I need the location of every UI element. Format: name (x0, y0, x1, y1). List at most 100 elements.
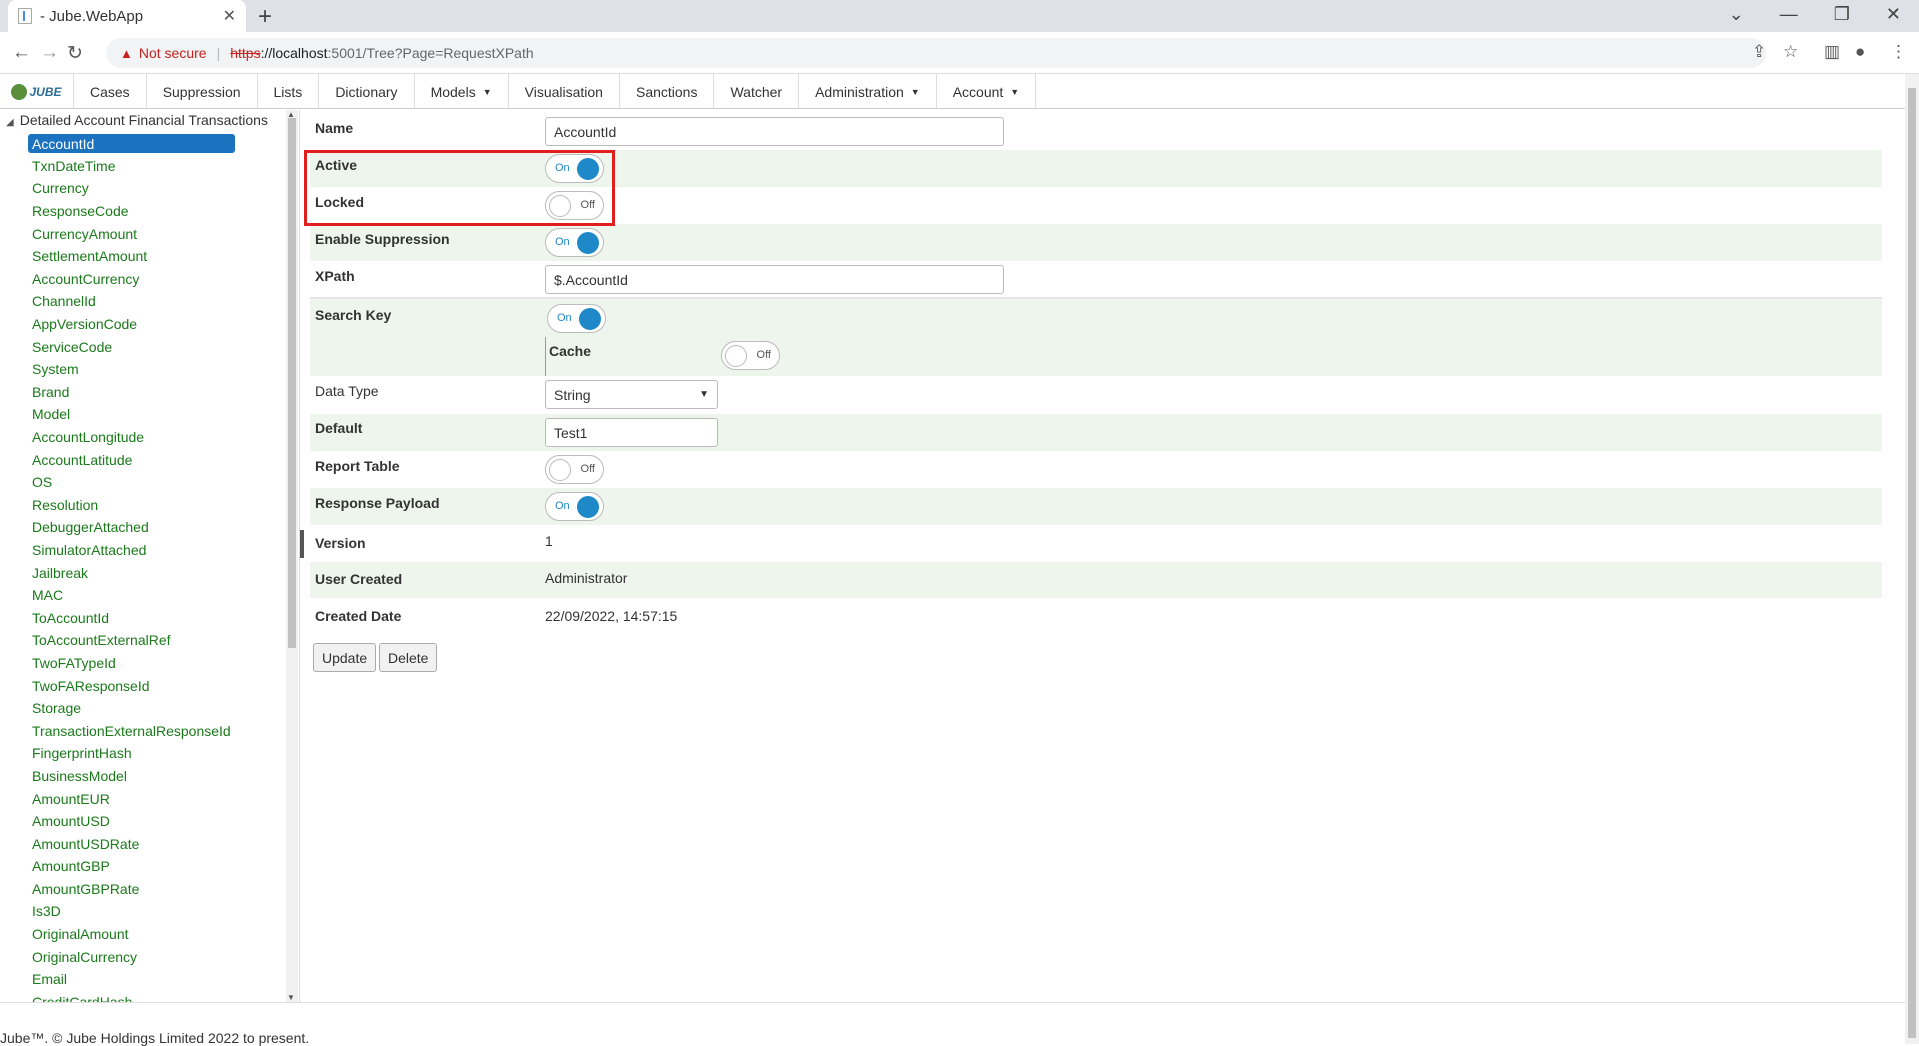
tree-item[interactable]: Is3D (28, 900, 235, 923)
page-scrollbar-thumb[interactable] (1908, 88, 1916, 1038)
menu-administration[interactable]: Administration ▼ (799, 74, 937, 109)
warning-icon[interactable]: ▲ (120, 46, 133, 61)
toggle-state: On (555, 236, 570, 248)
tree-item[interactable]: DebuggerAttached (28, 516, 235, 539)
form-row-data-type: Data Type String ▼ (310, 376, 1882, 414)
menu-models[interactable]: Models ▼ (415, 74, 509, 109)
scroll-down-icon[interactable]: ▼ (287, 993, 295, 1002)
back-icon[interactable]: ← (12, 42, 31, 64)
menu-watcher[interactable]: Watcher (714, 74, 800, 109)
page-scrollbar[interactable] (1905, 74, 1919, 1044)
bookmark-star-icon[interactable]: ☆ (1783, 42, 1798, 62)
version-value: 1 (545, 533, 553, 549)
jube-logo[interactable]: JUBE (0, 74, 74, 109)
tree-item[interactable]: System (28, 358, 235, 381)
tree-item[interactable]: AmountGBP (28, 855, 235, 878)
tree-item[interactable]: AccountLongitude (28, 426, 235, 449)
tree-item[interactable]: TwoFATypeId (28, 652, 235, 675)
forward-icon[interactable]: → (40, 42, 59, 64)
tree-item[interactable]: Currency (28, 177, 235, 200)
tree-item[interactable]: AmountUSDRate (28, 832, 235, 855)
tree-item[interactable]: AmountGBPRate (28, 878, 235, 901)
tree-item[interactable]: OriginalAmount (28, 923, 235, 946)
close-tab-icon[interactable]: ✕ (223, 6, 236, 26)
dropdown-caret-icon: ▼ (910, 86, 920, 97)
security-label[interactable]: Not secure (139, 45, 207, 61)
scrollbar-thumb[interactable] (288, 118, 296, 648)
profile-avatar-icon[interactable]: ● (1855, 42, 1865, 62)
data-type-select[interactable]: String ▼ (545, 380, 718, 409)
close-window-icon[interactable]: ✕ (1886, 4, 1901, 25)
tree-item[interactable]: AmountEUR (28, 787, 235, 810)
tree-item[interactable]: Brand (28, 381, 235, 404)
tree-item[interactable]: BusinessModel (28, 765, 235, 788)
tree-item[interactable]: Model (28, 403, 235, 426)
restore-icon[interactable]: ❐ (1834, 4, 1850, 25)
url-path: :5001/Tree?Page=RequestXPath (327, 45, 534, 61)
menu-cases[interactable]: Cases (74, 74, 147, 109)
tree-item[interactable]: Storage (28, 697, 235, 720)
tree-item[interactable]: AccountCurrency (28, 268, 235, 291)
created-date-value: 22/09/2022, 14:57:15 (545, 608, 678, 624)
suppression-toggle[interactable]: On (545, 228, 604, 257)
tree-item[interactable]: AccountId (28, 134, 235, 153)
update-button[interactable]: Update (313, 643, 377, 672)
tree-root-node[interactable]: ◢ Detailed Account Financial Transactions (6, 112, 268, 128)
tree-item[interactable]: OS (28, 471, 235, 494)
tree-item[interactable]: FingerprintHash (28, 742, 235, 765)
tree-item[interactable]: OriginalCurrency (28, 945, 235, 968)
form-row-version: Version 1 (310, 525, 1882, 562)
menu-dictionary[interactable]: Dictionary (319, 74, 415, 109)
search-key-toggle[interactable]: On (547, 304, 606, 333)
tree-item[interactable]: SettlementAmount (28, 245, 235, 268)
tree-item[interactable]: Email (28, 968, 235, 991)
menu-account[interactable]: Account ▼ (937, 74, 1037, 109)
tree-item[interactable]: TwoFAResponseId (28, 674, 235, 697)
xpath-label: XPath (315, 268, 355, 284)
tree-item[interactable]: CurrencyAmount (28, 222, 235, 245)
panel-splitter-handle[interactable] (300, 530, 304, 558)
tree-item[interactable]: Resolution (28, 494, 235, 517)
response-payload-toggle[interactable]: On (545, 492, 604, 521)
browser-tab-title: - Jube.WebApp (40, 7, 144, 25)
share-icon[interactable]: ⇪ (1752, 42, 1766, 62)
report-table-toggle[interactable]: Off (545, 455, 604, 484)
minimize-icon[interactable]: — (1780, 4, 1798, 25)
name-input[interactable]: AccountId (545, 117, 1004, 146)
tab-search-icon[interactable]: ⌄ (1729, 4, 1744, 25)
tree-item[interactable]: AppVersionCode (28, 313, 235, 336)
created-date-label: Created Date (315, 608, 402, 624)
tree-item[interactable]: ResponseCode (28, 200, 235, 223)
tree-item[interactable]: ChannelId (28, 290, 235, 313)
tree-item[interactable]: TxnDateTime (28, 155, 235, 178)
menu-lists[interactable]: Lists (258, 74, 320, 109)
browser-tab[interactable]: - Jube.WebApp ✕ (8, 0, 246, 32)
reload-icon[interactable]: ↻ (67, 42, 83, 65)
cache-toggle[interactable]: Off (721, 341, 780, 370)
tree-item[interactable]: AccountLatitude (28, 448, 235, 471)
tree-item[interactable]: MAC (28, 584, 235, 607)
tree-item[interactable]: TransactionExternalResponseId (28, 719, 235, 742)
delete-button[interactable]: Delete (379, 643, 438, 672)
menu-suppression[interactable]: Suppression (147, 74, 258, 109)
tree-item[interactable]: SimulatorAttached (28, 539, 235, 562)
new-tab-button[interactable]: + (258, 3, 272, 31)
sidebar-scrollbar[interactable]: ▲ ▼ (286, 110, 298, 1002)
cache-label: Cache (549, 343, 592, 359)
tree-item[interactable]: CreditCardHash (28, 991, 235, 1002)
tree-root-label: Detailed Account Financial Transactions (19, 112, 268, 128)
side-panel-icon[interactable]: ▥ (1824, 42, 1840, 62)
form-row-xpath: XPath $.AccountId (310, 261, 1882, 299)
tree-item[interactable]: ToAccountExternalRef (28, 629, 235, 652)
menu-visualisation[interactable]: Visualisation (509, 74, 620, 109)
tree-item[interactable]: AmountUSD (28, 810, 235, 833)
tree-item[interactable]: Jailbreak (28, 561, 235, 584)
tree-item[interactable]: ToAccountId (28, 606, 235, 629)
tree-item[interactable]: ServiceCode (28, 335, 235, 358)
default-input[interactable]: Test1 (545, 418, 718, 447)
menu-sanctions[interactable]: Sanctions (620, 74, 715, 109)
address-bar[interactable]: ▲ Not secure | https ://localhost :5001/… (106, 38, 1766, 68)
browser-menu-icon[interactable]: ⋮ (1890, 42, 1907, 62)
expand-triangle-icon[interactable]: ◢ (6, 117, 14, 128)
xpath-input[interactable]: $.AccountId (545, 265, 1004, 294)
